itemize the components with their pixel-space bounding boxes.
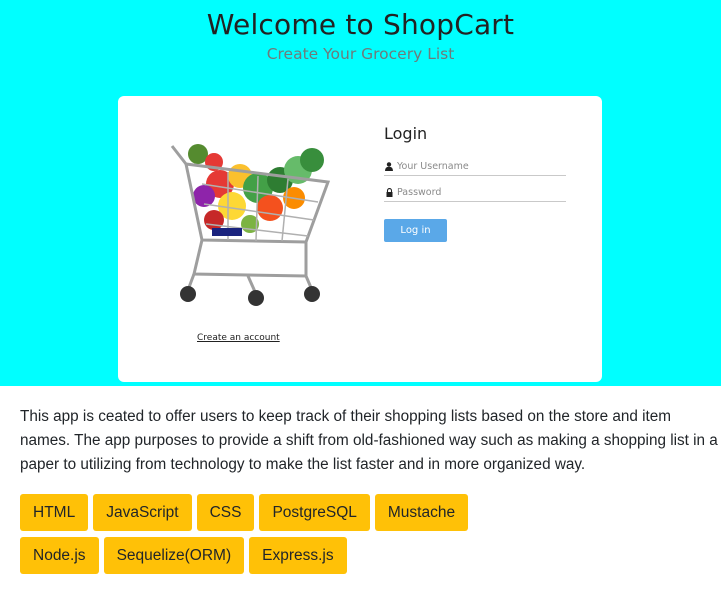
password-input[interactable] bbox=[397, 187, 562, 198]
shopping-cart-image bbox=[170, 144, 331, 306]
tag-html[interactable]: HTML bbox=[20, 494, 89, 531]
tag-row: Node.js Sequelize(ORM) Express.js bbox=[20, 537, 710, 574]
login-button[interactable]: Log in bbox=[384, 219, 447, 242]
tag-row: HTML JavaScript CSS PostgreSQL Mustache bbox=[20, 494, 710, 531]
login-card: Create an account Login Log in bbox=[118, 96, 602, 382]
password-field-wrapper bbox=[384, 184, 566, 202]
tag-sequelize[interactable]: Sequelize(ORM) bbox=[103, 537, 245, 574]
tag-css[interactable]: CSS bbox=[196, 494, 255, 531]
create-account-link[interactable]: Create an account bbox=[197, 333, 280, 343]
page-title: Welcome to ShopCart bbox=[206, 8, 515, 41]
tag-nodejs[interactable]: Node.js bbox=[20, 537, 99, 574]
tag-javascript[interactable]: JavaScript bbox=[93, 494, 192, 531]
lock-icon bbox=[384, 188, 394, 198]
page-subtitle: Create Your Grocery List bbox=[266, 45, 455, 63]
username-input[interactable] bbox=[397, 161, 562, 172]
tag-mustache[interactable]: Mustache bbox=[374, 494, 469, 531]
tag-expressjs[interactable]: Express.js bbox=[249, 537, 347, 574]
tech-tags: HTML JavaScript CSS PostgreSQL Mustache … bbox=[20, 494, 710, 580]
tag-postgresql[interactable]: PostgreSQL bbox=[259, 494, 370, 531]
user-icon bbox=[384, 162, 394, 172]
login-heading: Login bbox=[384, 124, 428, 143]
app-description: This app is ceated to offer users to kee… bbox=[20, 408, 718, 473]
hero-banner: Welcome to ShopCart Create Your Grocery … bbox=[0, 0, 721, 386]
username-field-wrapper bbox=[384, 158, 566, 176]
